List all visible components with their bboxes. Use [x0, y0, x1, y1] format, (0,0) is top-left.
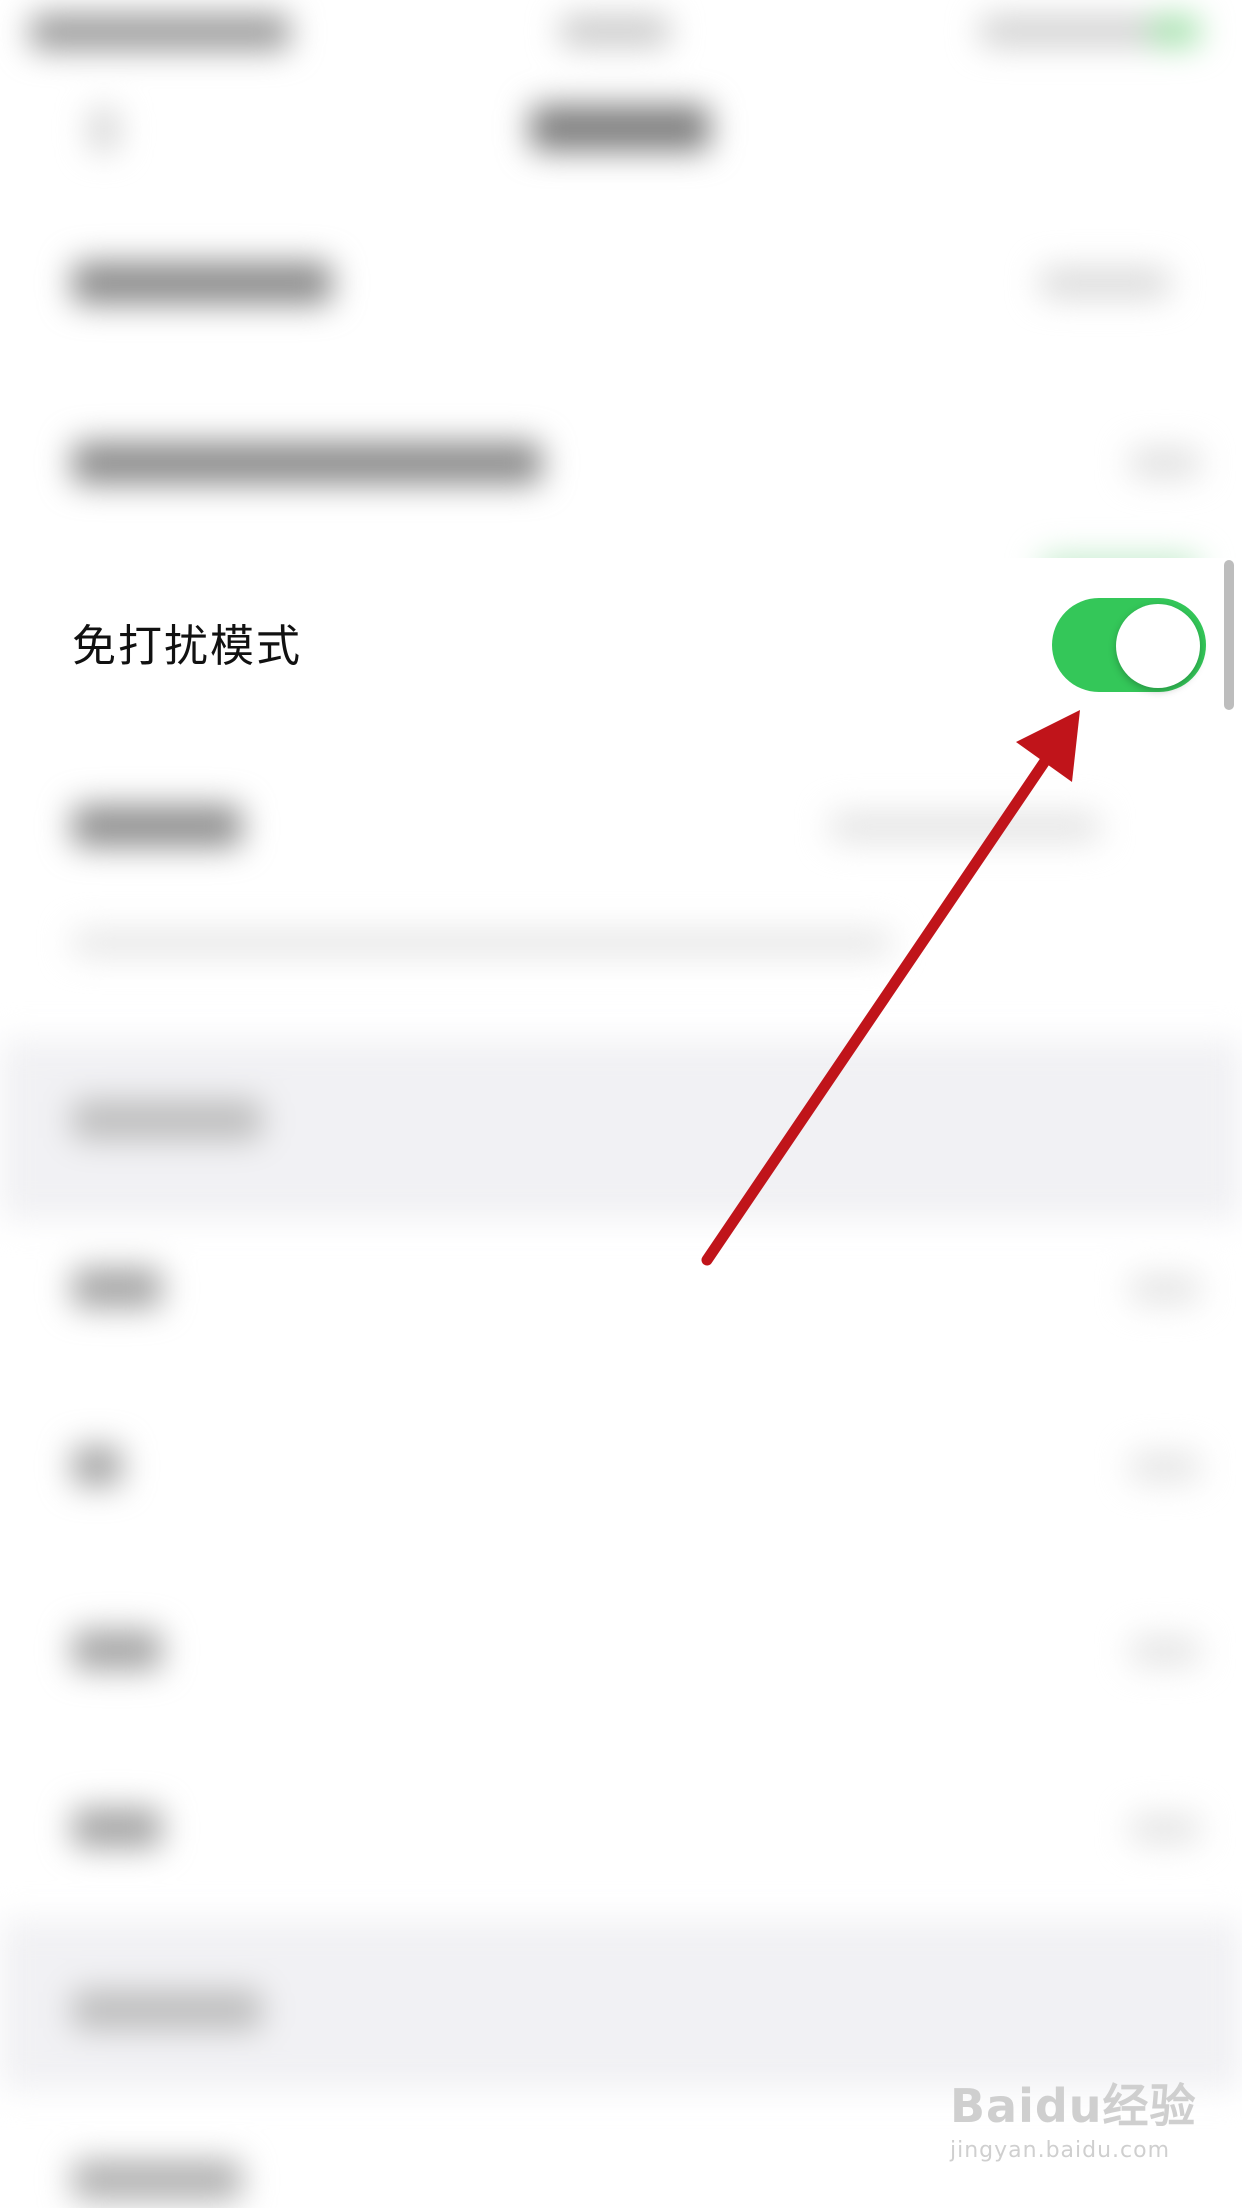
nav-title-blob — [530, 105, 710, 151]
row1-label-blob — [72, 262, 332, 304]
do-not-disturb-label: 免打扰模式 — [72, 621, 302, 672]
status-center-blob — [560, 16, 670, 46]
baidu-watermark: Baidu经验 jingyan.baidu.com — [950, 2070, 1197, 2163]
row5-value-blob — [1130, 1274, 1200, 1304]
blurred-background — [0, 0, 1242, 2208]
section-header-blob-2 — [72, 1990, 262, 2030]
row6-label-blob — [72, 1446, 122, 1486]
row4-desc-blob — [72, 930, 892, 956]
watermark-brand: Baidu经验 — [950, 2079, 1197, 2133]
row8-value-blob — [1130, 1814, 1200, 1844]
do-not-disturb-toggle[interactable] — [1052, 598, 1206, 692]
row6-value-blob — [1130, 1452, 1200, 1482]
row2-label-blob — [72, 442, 542, 484]
row8-label-blob — [72, 1808, 162, 1848]
status-green-blob — [1150, 16, 1200, 46]
row1-value-blob — [1040, 268, 1170, 298]
row5-label-blob — [72, 1268, 162, 1308]
section-header-blob-1 — [72, 1100, 262, 1140]
status-battery-blob — [980, 16, 1170, 46]
row7-label-blob — [72, 1630, 162, 1670]
status-time-blob — [30, 14, 290, 50]
row9-label-blob — [72, 2160, 242, 2200]
back-chevron-blob — [90, 108, 118, 152]
scroll-indicator[interactable] — [1224, 560, 1234, 710]
toggle-knob — [1116, 604, 1200, 688]
row7-value-blob — [1130, 1636, 1200, 1666]
watermark-url: jingyan.baidu.com — [950, 2138, 1171, 2163]
row4-value-blob — [830, 812, 1100, 842]
row4-label-blob — [72, 805, 242, 847]
row2-value-blob — [1130, 448, 1200, 478]
